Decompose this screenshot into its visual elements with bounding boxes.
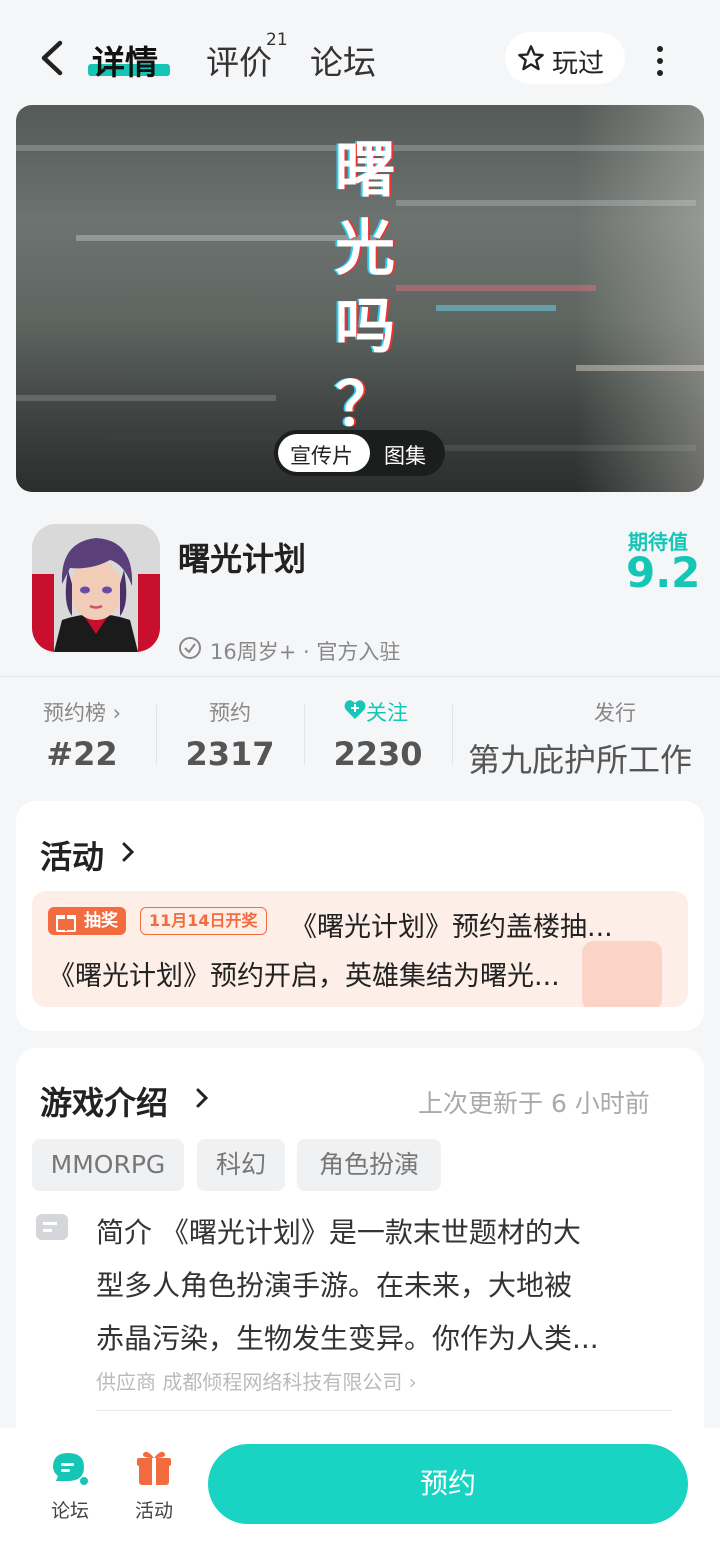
- description-icon: [36, 1214, 68, 1240]
- review-count: 21: [266, 30, 288, 50]
- overlay-char: 吗: [335, 292, 395, 362]
- reserve-button[interactable]: 预约: [208, 1444, 688, 1524]
- follow-heart-icon: [344, 700, 366, 719]
- description-line-2: 型多人角色扮演手游。在未来，大地被: [96, 1269, 573, 1302]
- draw-date-badge: 11月14日开奖: [140, 907, 267, 935]
- intro-section-title[interactable]: 游戏介绍: [40, 1078, 168, 1124]
- gift-icon: [56, 915, 76, 932]
- forum-chat-icon[interactable]: [50, 1450, 90, 1488]
- stat-divider: [156, 705, 157, 765]
- stat-rank-value[interactable]: #22: [22, 735, 142, 773]
- verified-check-icon: [179, 637, 201, 659]
- genre-tag[interactable]: 角色扮演: [297, 1139, 441, 1191]
- genre-tag[interactable]: 科幻: [197, 1139, 285, 1191]
- stat-publisher-label: 发行: [594, 701, 636, 725]
- stat-divider: [452, 705, 453, 765]
- top-nav-bar: 详情 评价 21 论坛 玩过: [0, 0, 720, 105]
- last-updated-text: 上次更新于 6 小时前: [418, 1089, 650, 1118]
- supplier-link[interactable]: 供应商 成都倾程网络科技有限公司 ›: [96, 1366, 417, 1395]
- genre-tag[interactable]: MMORPG: [32, 1139, 184, 1191]
- description-line-3[interactable]: 赤晶污染，生物发生变异。你作为人类...: [96, 1317, 599, 1357]
- stat-reserve-value: 2317: [185, 735, 275, 773]
- expectation-score: 9.2: [626, 548, 701, 597]
- played-label: 玩过: [552, 49, 605, 79]
- stat-rank-label[interactable]: 预约榜 ›: [22, 697, 142, 727]
- activity-section-title[interactable]: 活动: [40, 832, 104, 878]
- chevron-right-icon: [196, 1088, 209, 1108]
- more-options-icon[interactable]: [650, 42, 670, 76]
- star-icon: [518, 45, 544, 71]
- overlay-char: 光: [335, 214, 395, 284]
- divider: [96, 1410, 672, 1411]
- game-icon: [32, 524, 160, 652]
- tab-forum[interactable]: 论坛: [310, 36, 376, 84]
- activity-label[interactable]: 活动: [124, 1496, 184, 1523]
- description-line-1: 简介 《曙光计划》是一款末世题材的大: [96, 1216, 581, 1249]
- stat-reserve-label: 预约: [209, 701, 251, 725]
- stat-follow-value: 2230: [333, 735, 423, 773]
- media-tab-gallery[interactable]: 图集: [384, 440, 426, 470]
- activity-line-1[interactable]: 《曙光计划》预约盖楼抽...: [290, 905, 613, 944]
- activity-line-2[interactable]: 《曙光计划》预约开启，英雄集结为曙光...: [48, 954, 648, 993]
- stat-follow-label[interactable]: 关注: [366, 697, 416, 727]
- tab-reviews[interactable]: 评价: [206, 36, 272, 84]
- back-arrow-icon[interactable]: [36, 38, 70, 78]
- stat-publisher-value[interactable]: 第九庇护所工作: [468, 735, 720, 781]
- stat-divider: [304, 705, 305, 765]
- overlay-char: 曙: [335, 136, 395, 206]
- game-title: 曙光计划: [178, 540, 307, 578]
- tab-details[interactable]: 详情: [92, 36, 158, 84]
- banner-overlay-text: 曙 光 吗 ？: [330, 132, 400, 444]
- character-avatar-art: [32, 524, 160, 652]
- activity-gift-icon[interactable]: [134, 1448, 174, 1488]
- forum-label[interactable]: 论坛: [40, 1496, 100, 1523]
- divider: [0, 676, 720, 677]
- media-tab-video[interactable]: 宣传片: [290, 440, 353, 470]
- chevron-right-icon: [122, 842, 135, 862]
- banner-highlight: [576, 105, 704, 492]
- age-rating-meta: 16周岁+ · 官方入驻: [210, 640, 401, 664]
